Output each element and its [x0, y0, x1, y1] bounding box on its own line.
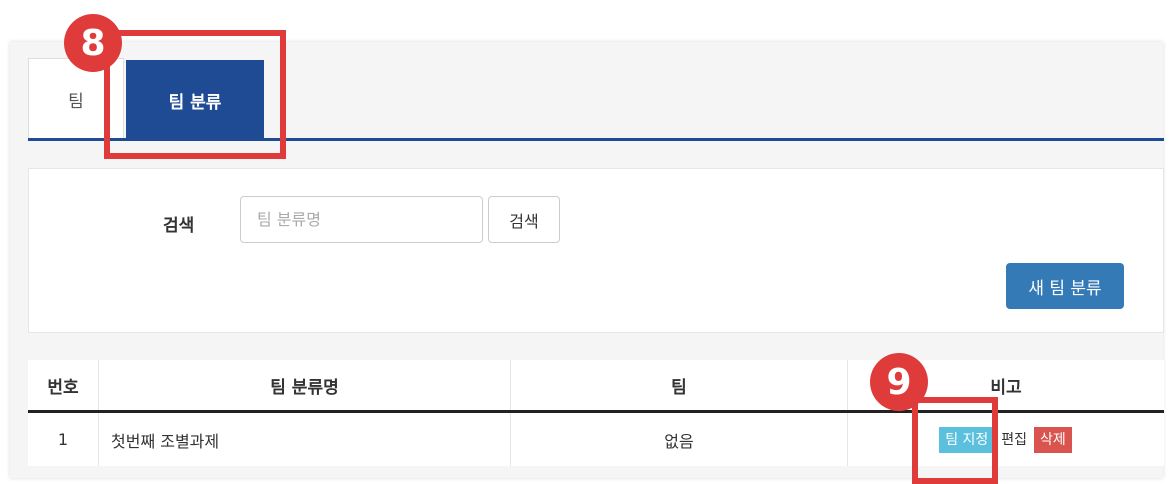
- cell-number: 1: [57, 430, 69, 449]
- edit-button[interactable]: 편집: [995, 426, 1034, 453]
- step-marker-9: 9: [870, 353, 928, 411]
- header-name: 팀 분류명: [98, 360, 510, 410]
- search-label: 검색: [163, 216, 195, 236]
- cell-team: 없음: [510, 413, 847, 466]
- highlight-box-9: [912, 397, 998, 484]
- search-input[interactable]: [240, 196, 483, 243]
- header-number: 번호: [47, 377, 79, 398]
- search-section: 검색 검색 새 팀 분류: [28, 168, 1164, 333]
- highlight-box-8: [104, 30, 286, 159]
- header-team: 팀: [510, 360, 847, 410]
- cell-name: 첫번째 조별과제: [98, 413, 510, 466]
- search-button[interactable]: 검색: [488, 196, 560, 243]
- cell-actions: 팀 지정 편집 삭제: [847, 413, 1164, 466]
- step-marker-8: 8: [64, 14, 122, 72]
- new-team-category-button[interactable]: 새 팀 분류: [1006, 263, 1124, 309]
- delete-button[interactable]: 삭제: [1034, 426, 1072, 453]
